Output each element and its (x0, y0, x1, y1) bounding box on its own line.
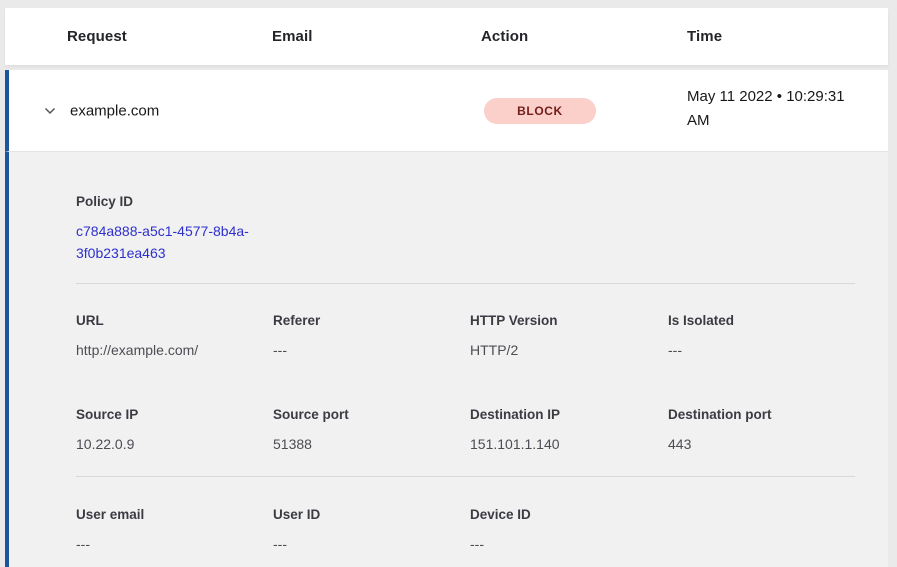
field-label: Destination port (668, 405, 855, 425)
field-value: 51388 (273, 434, 470, 454)
column-header-time: Time (687, 28, 888, 45)
user-id-field: User ID --- (273, 505, 470, 554)
detail-row-network: Source IP 10.22.0.9 Source port 51388 De… (76, 405, 855, 454)
field-label: User email (76, 505, 273, 525)
http-version-field: HTTP Version HTTP/2 (470, 311, 668, 360)
policy-id-link[interactable]: c784a888-a5c1-4577-8b4a-3f0b231ea463 (76, 221, 281, 264)
field-value: HTTP/2 (470, 340, 668, 360)
destination-ip-field: Destination IP 151.101.1.140 (470, 405, 668, 454)
field-value: 10.22.0.9 (76, 434, 273, 454)
action-badge: BLOCK (484, 98, 596, 124)
field-value: http://example.com/ (76, 340, 273, 360)
policy-id-label: Policy ID (76, 192, 855, 212)
field-label: HTTP Version (470, 311, 668, 331)
divider (76, 476, 855, 477)
field-label: User ID (273, 505, 470, 525)
detail-row-http: URL http://example.com/ Referer --- HTTP… (76, 311, 855, 360)
field-label: Destination IP (470, 405, 668, 425)
source-ip-field: Source IP 10.22.0.9 (76, 405, 273, 454)
table-header: Request Email Action Time (5, 8, 888, 65)
url-field: URL http://example.com/ (76, 311, 273, 360)
field-label: Is Isolated (668, 311, 855, 331)
log-row[interactable]: example.com BLOCK May 11 2022 • 10:29:31… (5, 70, 888, 151)
field-label: Referer (273, 311, 470, 331)
page: Request Email Action Time example.com BL… (0, 0, 897, 567)
referer-field: Referer --- (273, 311, 470, 360)
expanded-detail-panel: Policy ID c784a888-a5c1-4577-8b4a-3f0b23… (5, 151, 888, 567)
policy-id-field: Policy ID c784a888-a5c1-4577-8b4a-3f0b23… (76, 192, 855, 264)
field-value: --- (76, 534, 273, 554)
field-label: Source IP (76, 405, 273, 425)
http-logs-table: Request Email Action Time example.com BL… (5, 8, 888, 567)
field-value: --- (273, 340, 470, 360)
field-label: Source port (273, 405, 470, 425)
field-value: --- (273, 534, 470, 554)
source-port-field: Source port 51388 (273, 405, 470, 454)
field-label: URL (76, 311, 273, 331)
column-header-email: Email (272, 28, 481, 45)
field-value: --- (470, 534, 668, 554)
column-header-action: Action (481, 28, 687, 45)
column-header-request: Request (67, 28, 272, 45)
is-isolated-field: Is Isolated --- (668, 311, 855, 360)
detail-row-user: User email --- User ID --- Device ID --- (76, 505, 855, 554)
field-value: 443 (668, 434, 855, 454)
user-email-field: User email --- (76, 505, 273, 554)
field-value: --- (668, 340, 855, 360)
field-value: 151.101.1.140 (470, 434, 668, 454)
device-id-field: Device ID --- (470, 505, 668, 554)
field-label: Device ID (470, 505, 668, 525)
destination-port-field: Destination port 443 (668, 405, 855, 454)
request-time: May 11 2022 • 10:29:31 AM (687, 85, 859, 133)
divider (76, 283, 855, 284)
chevron-down-icon[interactable] (42, 103, 58, 119)
request-domain: example.com (70, 102, 159, 119)
